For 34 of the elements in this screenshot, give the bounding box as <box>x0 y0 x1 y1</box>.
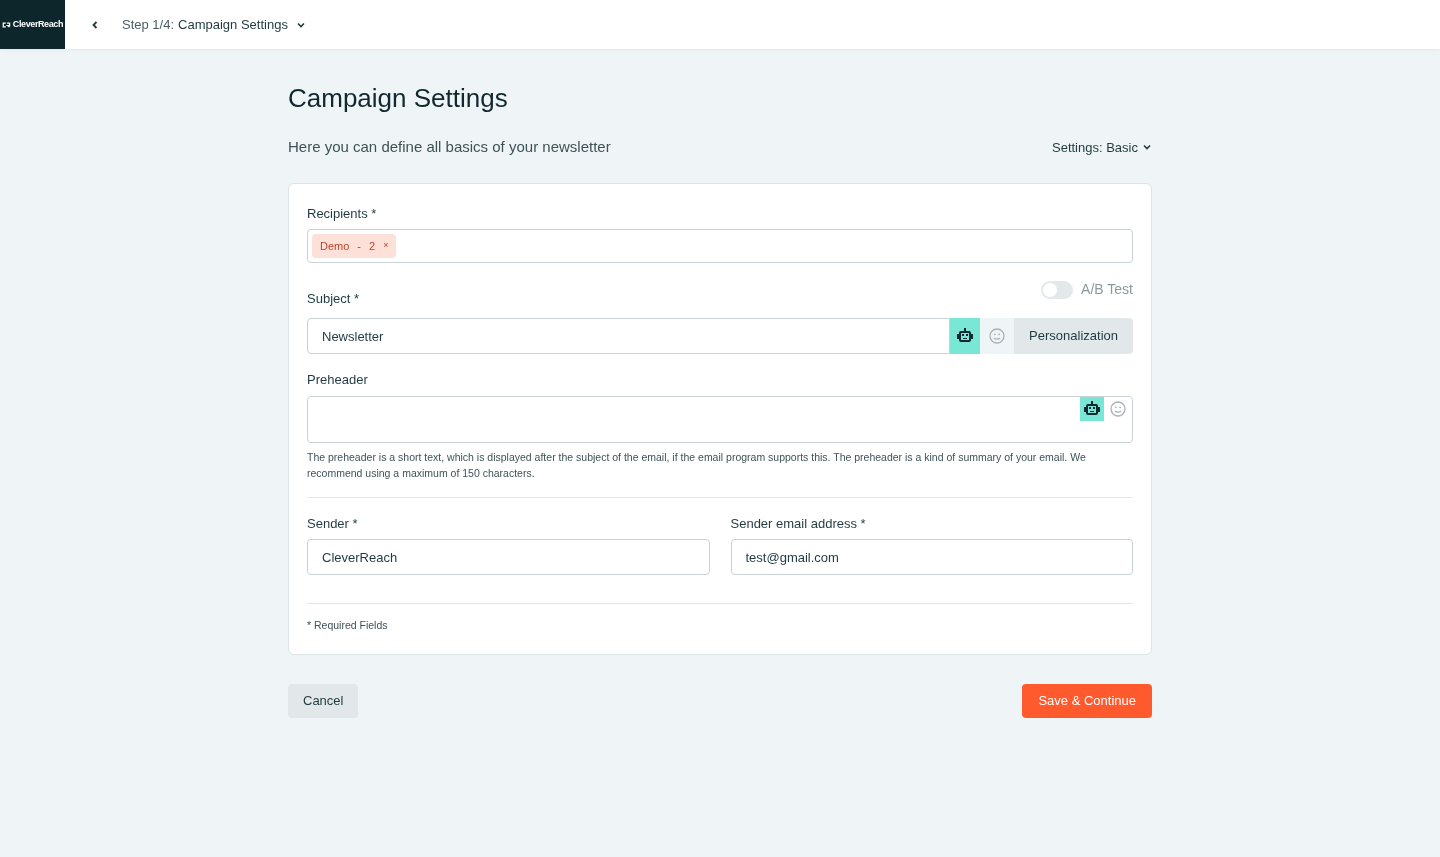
back-icon[interactable] <box>90 19 100 30</box>
logo-mark-icon <box>2 20 11 29</box>
recipient-tag[interactable]: Demo - 2 × <box>312 234 397 258</box>
personalization-button[interactable]: Personalization <box>1014 318 1133 354</box>
field-label: Sender * <box>307 514 359 533</box>
logo[interactable]: CleverReach <box>0 0 65 49</box>
tag-label: Demo <box>320 238 350 254</box>
robot-icon <box>1083 399 1101 418</box>
emoji-icon[interactable] <box>989 328 1006 344</box>
step-menu[interactable]: Step 1/4: Campaign Settings <box>122 14 306 35</box>
ab-test-toggle[interactable] <box>1041 280 1074 299</box>
page-title: Campaign Settings <box>288 82 509 115</box>
tag-separator: - <box>357 238 361 254</box>
logo-text: CleverReach <box>12 17 63 31</box>
ab-test-label: A/B Test <box>1081 280 1133 299</box>
required-fields-note: * Required Fields <box>307 618 389 633</box>
settings-menu[interactable]: Settings: Basic <box>1052 137 1152 157</box>
ai-assistant-button[interactable] <box>950 318 981 354</box>
field-label: Preheader <box>307 371 369 389</box>
recipients-field[interactable]: Demo - 2 × <box>307 229 1133 263</box>
page-subtitle: Here you can define all basics of your newsletter <box>288 137 611 157</box>
tag-count: 2 <box>369 238 376 254</box>
sender-field[interactable]: CleverReach <box>307 539 710 575</box>
remove-tag-button[interactable]: × <box>383 239 389 253</box>
subject-field[interactable]: Newsletter <box>307 318 951 354</box>
sender-email-field[interactable]: test@gmail.com <box>730 539 1133 575</box>
ai-assistant-button[interactable] <box>1080 396 1104 421</box>
robot-icon <box>956 327 975 345</box>
preheader-help-text: The preheader is a short text, which is displayed after the subject of the email, if the email program supports this. The preheader is a kind of summary of your email. We recommend using a maximum of 150 characters. <box>307 449 1087 481</box>
emoji-icon[interactable] <box>1110 400 1126 417</box>
field-label: Recipients * <box>307 204 378 223</box>
field-label: Subject * <box>307 289 360 308</box>
field-label: Sender email address * <box>730 514 867 533</box>
cancel-button[interactable]: Cancel <box>288 683 359 718</box>
